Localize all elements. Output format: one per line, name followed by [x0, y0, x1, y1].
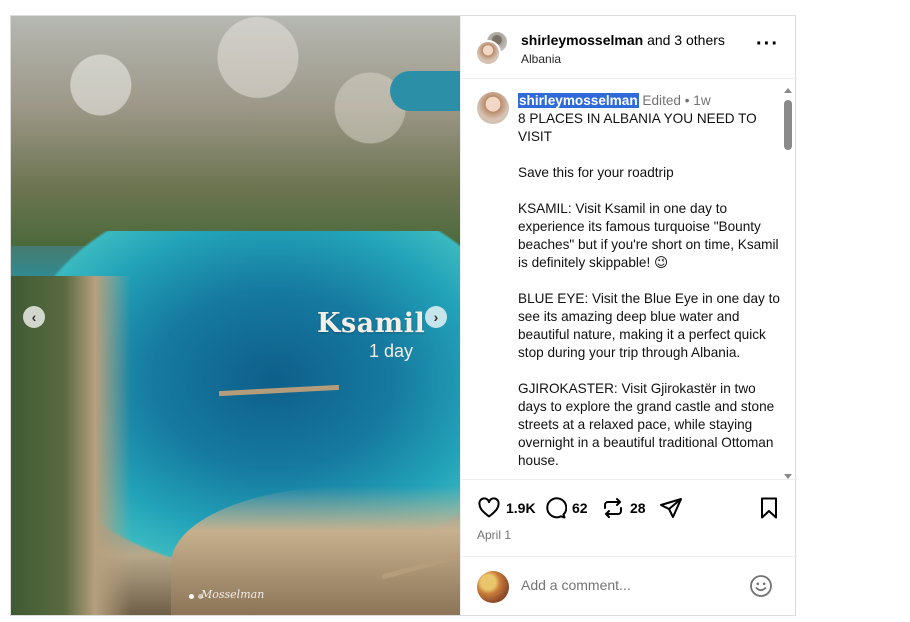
add-comment-input[interactable] — [521, 577, 741, 593]
post-photo[interactable]: Ksamil 1 day ‹ › Mosselman — [11, 16, 460, 615]
caption-separator: • — [684, 93, 690, 108]
avatar — [477, 571, 509, 603]
emoji-icon[interactable] — [749, 574, 773, 598]
more-options-icon[interactable]: ··· — [756, 34, 779, 54]
save-button[interactable] — [757, 496, 781, 520]
heart-icon — [478, 497, 500, 518]
avatar[interactable] — [477, 92, 509, 124]
caption-paragraph: Save this for your roadtrip — [518, 165, 674, 180]
header-username-link[interactable]: shirleymosselman — [521, 32, 643, 48]
send-icon — [660, 498, 682, 518]
caption-scrollbar[interactable] — [783, 86, 793, 479]
repost-count: 28 — [630, 500, 646, 516]
caption-headline: 8 PLACES IN ALBANIA YOU NEED TO VISIT — [518, 111, 757, 144]
comment-icon — [546, 497, 567, 519]
photo-town — [11, 16, 460, 246]
bookmark-icon — [761, 497, 777, 519]
caption-time[interactable]: 1w — [693, 93, 710, 108]
header-location[interactable]: Albania — [521, 52, 561, 66]
photo-watermark: Mosselman — [201, 588, 265, 601]
photo-sea-top — [390, 71, 460, 111]
header-usernames: shirleymosselman and 3 others — [521, 32, 725, 48]
carousel-dot — [189, 594, 194, 599]
caption-username-link[interactable]: shirleymosselman — [518, 93, 639, 108]
repost-button[interactable]: 28 — [601, 496, 646, 520]
caption-area: shirleymosselman Edited • 1w 8 PLACES IN… — [461, 80, 797, 478]
carousel-next-button[interactable]: › — [425, 306, 447, 328]
caption-paragraph: GJIROKASTER: Visit Gjirokastër in two da… — [518, 381, 775, 468]
carousel-prev-button[interactable]: ‹ — [23, 306, 45, 328]
post-header: shirleymosselman and 3 others Albania ··… — [461, 16, 797, 79]
caption-paragraph: KSAMIL: Visit Ksamil in one day to exper… — [518, 201, 779, 270]
post-side-panel: shirleymosselman and 3 others Albania ··… — [460, 16, 797, 615]
scroll-up-arrow-icon[interactable] — [784, 88, 792, 93]
avatar — [475, 40, 501, 66]
comment-bar — [461, 556, 797, 615]
repost-icon — [604, 498, 622, 518]
header-and-others[interactable]: and 3 others — [647, 32, 725, 48]
caption-edited: Edited — [642, 93, 681, 108]
caption-paragraph: BLUE EYE: Visit the Blue Eye in one day … — [518, 291, 780, 360]
caption-text: shirleymosselman Edited • 1w 8 PLACES IN… — [518, 92, 780, 478]
comment-button[interactable]: 62 — [543, 496, 588, 520]
overlay-title: Ksamil — [317, 308, 426, 339]
instagram-post: Ksamil 1 day ‹ › Mosselman shirleymossel… — [10, 15, 797, 616]
comment-count: 62 — [572, 500, 588, 516]
caption-lead: shirleymosselman Edited • 1w 8 PLACES IN… — [518, 92, 780, 146]
collab-avatars[interactable] — [475, 30, 509, 66]
post-date[interactable]: April 1 — [477, 528, 511, 542]
like-count: 1.9K — [506, 500, 536, 516]
scrollbar-thumb[interactable] — [784, 100, 792, 150]
overlay-subtitle: 1 day — [369, 341, 414, 361]
share-button[interactable] — [659, 496, 683, 520]
like-button[interactable]: 1.9K — [477, 496, 536, 520]
